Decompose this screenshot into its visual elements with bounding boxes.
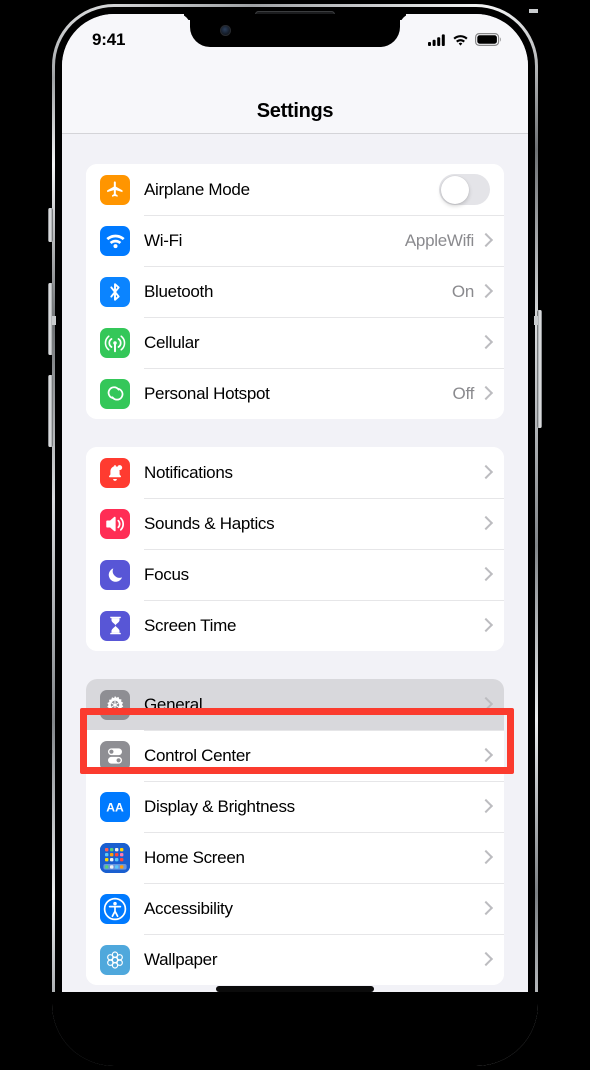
- settings-row-wallpaper[interactable]: Wallpaper: [86, 934, 504, 985]
- settings-row-accessibility[interactable]: Accessibility: [86, 883, 504, 934]
- chevron-right-icon: [481, 748, 490, 763]
- group-spacer-2: [86, 651, 504, 679]
- airplane-icon: [100, 174, 130, 205]
- chevron-right-icon: [481, 233, 490, 248]
- page-title: Settings: [256, 100, 334, 122]
- settings-row-label: Home Screen: [144, 847, 245, 867]
- settings-row-label: Cellular: [144, 332, 200, 352]
- settings-row-label: Bluetooth: [144, 281, 214, 301]
- chevron-right-icon: [481, 465, 490, 480]
- settings-row-label: Focus: [144, 564, 189, 584]
- signal-bars-icon: [428, 33, 446, 46]
- settings-group-system: General Control Center AA Display & Brig…: [86, 679, 504, 985]
- settings-row-wifi[interactable]: Wi-Fi AppleWifi: [86, 215, 504, 266]
- group-spacer-1: [86, 419, 504, 447]
- side-power-button[interactable]: [537, 310, 542, 428]
- chevron-right-icon: [481, 697, 490, 712]
- bottom-bezel-mask: [52, 992, 538, 1066]
- speaker-waves-icon: [100, 508, 130, 539]
- settings-row-label: General: [144, 694, 203, 714]
- volume-down-button[interactable]: [48, 375, 53, 447]
- wifi-icon: [452, 34, 469, 46]
- settings-row-cellular[interactable]: Cellular: [86, 317, 504, 368]
- display-aa-icon: AA: [100, 791, 130, 822]
- antenna-seam-left: [52, 316, 56, 325]
- chevron-right-icon: [481, 335, 490, 350]
- settings-row-label: Control Center: [144, 745, 251, 765]
- settings-row-value: Off: [452, 383, 475, 403]
- settings-row-general[interactable]: General: [86, 679, 504, 730]
- antenna-seam-right: [534, 316, 538, 325]
- settings-group-alerts: Notifications Sounds & Haptics Focus Scr…: [86, 447, 504, 651]
- settings-row-label: Sounds & Haptics: [144, 513, 275, 533]
- settings-row-airplane-mode[interactable]: Airplane Mode: [86, 164, 504, 215]
- chevron-right-icon: [481, 901, 490, 916]
- chevron-right-icon: [481, 284, 490, 299]
- hotspot-link-icon: [100, 378, 130, 409]
- phone-screen: Settings 9:41 Airplane Mode Wi-Fi AppleW…: [62, 14, 528, 1044]
- settings-row-label: Airplane Mode: [144, 179, 250, 199]
- front-camera-icon: [220, 25, 231, 36]
- chevron-right-icon: [481, 618, 490, 633]
- settings-row-sounds-haptics[interactable]: Sounds & Haptics: [86, 498, 504, 549]
- settings-row-control-center[interactable]: Control Center: [86, 730, 504, 781]
- wallpaper-flower-icon: [100, 944, 130, 975]
- settings-row-label: Notifications: [144, 462, 233, 482]
- settings-row-focus[interactable]: Focus: [86, 549, 504, 600]
- display-notch: [190, 14, 400, 47]
- svg-text:AA: AA: [106, 800, 124, 814]
- settings-row-label: Accessibility: [144, 898, 233, 918]
- gear-icon: [100, 689, 130, 720]
- chevron-right-icon: [481, 567, 490, 582]
- status-bar-time: 9:41: [92, 29, 126, 49]
- chevron-right-icon: [481, 386, 490, 401]
- settings-row-bluetooth[interactable]: Bluetooth On: [86, 266, 504, 317]
- bluetooth-icon: [100, 276, 130, 307]
- chevron-right-icon: [481, 952, 490, 967]
- chevron-right-icon: [481, 799, 490, 814]
- settings-row-label: Display & Brightness: [144, 796, 295, 816]
- battery-full-icon: [475, 33, 502, 46]
- top-spacer: [86, 134, 504, 164]
- settings-row-value: On: [451, 281, 474, 301]
- mute-switch-button[interactable]: [48, 208, 53, 242]
- airplane-mode-toggle[interactable]: [439, 174, 490, 205]
- settings-row-value: AppleWifi: [404, 230, 474, 250]
- control-center-toggles-icon: [100, 740, 130, 771]
- hourglass-icon: [100, 610, 130, 641]
- settings-row-personal-hotspot[interactable]: Personal Hotspot Off: [86, 368, 504, 419]
- accessibility-person-icon: [100, 893, 130, 924]
- toggle-knob: [440, 175, 469, 204]
- settings-row-display-brightness[interactable]: AA Display & Brightness: [86, 781, 504, 832]
- settings-row-home-screen[interactable]: Home Screen: [86, 832, 504, 883]
- bell-icon: [100, 457, 130, 488]
- home-screen-grid-icon: [100, 842, 130, 873]
- wifi-icon: [100, 225, 130, 256]
- settings-row-notifications[interactable]: Notifications: [86, 447, 504, 498]
- settings-row-label: Personal Hotspot: [144, 383, 270, 403]
- settings-row-label: Wallpaper: [144, 949, 218, 969]
- chevron-right-icon: [481, 516, 490, 531]
- antenna-seam-top-right: [529, 9, 538, 13]
- settings-row-screen-time[interactable]: Screen Time: [86, 600, 504, 651]
- settings-row-label: Screen Time: [144, 615, 237, 635]
- settings-group-connectivity: Airplane Mode Wi-Fi AppleWifi Bluetooth …: [86, 164, 504, 419]
- moon-icon: [100, 559, 130, 590]
- settings-row-label: Wi-Fi: [144, 230, 183, 250]
- status-bar-indicators: [428, 33, 502, 46]
- screenshot-stage: Settings 9:41 Airplane Mode Wi-Fi AppleW…: [0, 0, 590, 1070]
- settings-scroll-view[interactable]: Airplane Mode Wi-Fi AppleWifi Bluetooth …: [62, 134, 528, 1044]
- chevron-right-icon: [481, 850, 490, 865]
- cellular-antenna-icon: [100, 327, 130, 358]
